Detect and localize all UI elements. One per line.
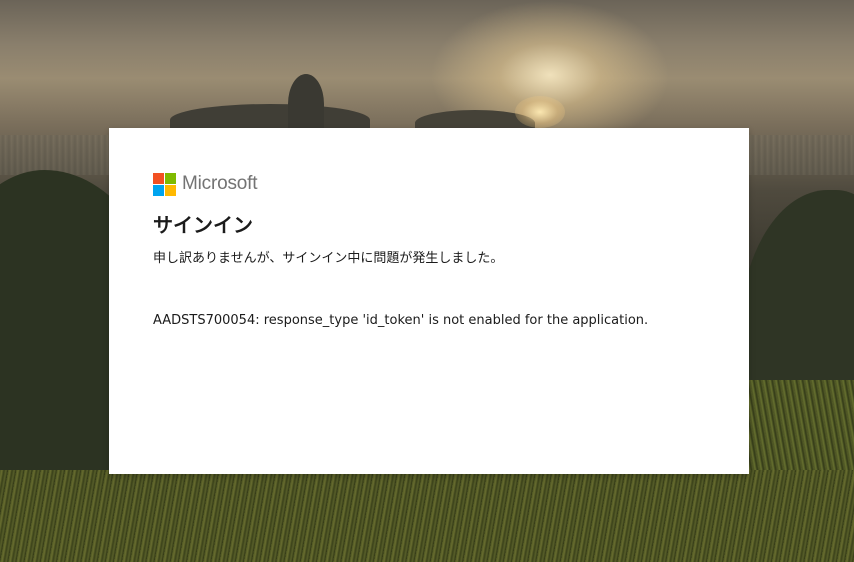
sun-reflection	[515, 96, 565, 128]
logo-square-yellow	[165, 184, 176, 196]
logo-square-red	[153, 172, 164, 184]
grass-right	[749, 380, 854, 480]
page-title: サインイン	[153, 213, 253, 237]
sign-in-card: Microsoft サインイン 申し訳ありませんが、サインイン中に問題が発生しま…	[109, 128, 749, 474]
error-detail: AADSTS700054: response_type 'id_token' i…	[153, 313, 649, 328]
error-message: 申し訳ありませんが、サインイン中に問題が発生しました。	[153, 251, 504, 266]
logo-square-blue	[153, 184, 164, 196]
microsoft-logo-icon	[153, 172, 176, 196]
mountain-peak	[288, 74, 324, 134]
logo-square-green	[165, 172, 176, 184]
brand: Microsoft	[153, 172, 705, 196]
grass-foreground	[0, 470, 854, 562]
brand-name: Microsoft	[182, 173, 258, 194]
